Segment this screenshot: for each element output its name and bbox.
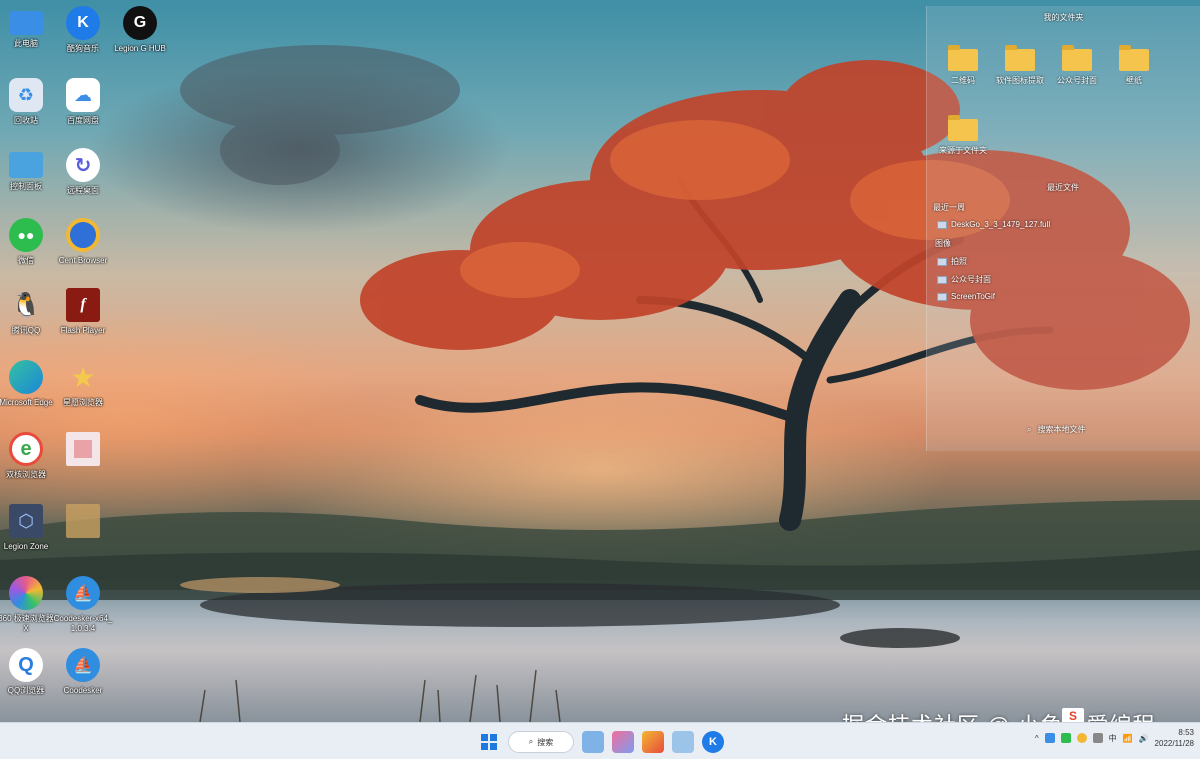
tray-app-icon[interactable] [1076,733,1087,743]
desktop-icon-coodesker-x64[interactable]: ⛵ Coodesker-x64_1.0.3.4 [53,576,113,638]
file-icon [937,220,947,229]
blurred-app-icon [66,504,100,538]
panel-title: 我的文件夹 [1043,13,1084,22]
desktop-icon-baidu-pan[interactable]: ☁ 百度网盘 [53,78,113,140]
desktop-icon-blurred-2[interactable] [53,504,113,566]
recent-item[interactable]: 公众号封面 [937,274,991,285]
folder-item[interactable]: 软件图标提取 [992,45,1048,86]
folder-grid: 二维码 软件图标提取 公众号封面 壁纸 来源于文件夹 [927,23,1200,173]
desktop-icon-flash-player[interactable]: f Flash Player [53,288,113,350]
taskbar-clock[interactable]: 8:53 2022/11/28 [1155,727,1194,749]
chevron-up-icon[interactable]: ^ [1035,734,1039,743]
folder-icon [948,115,978,141]
search-icon: ⌕ [528,737,534,746]
file-icon [937,257,947,266]
folder-item[interactable]: 公众号封面 [1049,45,1105,86]
folder-icon [948,45,978,71]
wifi-icon[interactable]: 📶 [1123,734,1133,743]
store-app-button[interactable] [642,731,664,753]
search-local-files[interactable]: ⌕ 搜索本地文件 [1027,424,1085,435]
control-panel-icon [9,152,43,178]
star-icon: ★ [70,361,96,393]
kugou-taskbar-icon[interactable]: K [702,731,724,753]
volume-icon[interactable]: 🔊 [1139,734,1149,743]
desktop-icon-legion-hub[interactable]: G Legion G HUB [110,6,170,68]
recent-item[interactable]: 图像 [935,238,951,249]
edge-icon [9,360,43,394]
task-view-button[interactable] [582,731,604,753]
sailboat-icon: ⛵ [66,576,100,610]
file-icon [937,275,947,284]
widgets-button[interactable] [612,731,634,753]
folder-icon [1119,45,1149,71]
desktop-icon-kugou[interactable]: K 酷狗音乐 [53,6,113,68]
desktop-icon-this-pc[interactable]: 此电脑 [0,6,56,68]
system-tray: ^ 中 📶 🔊 8:53 2022/11/28 [1035,727,1194,749]
desktop-icon-edge[interactable]: Microsoft Edge [0,360,56,422]
start-button[interactable] [478,731,500,753]
blurred-app-icon [66,432,100,466]
q-browser-icon: Q [9,648,43,682]
desktop-icon-coodesker[interactable]: ⛵ Coodesker [53,648,113,710]
penguin-icon: 🐧 [11,291,41,319]
desktop-icon-ie-browser[interactable]: e 双核浏览器 [0,432,56,494]
search-icon: ⌕ [1027,424,1032,434]
file-icon [937,292,947,301]
taskbar-center: ⌕ 搜索 K [478,729,724,755]
tray-app-icon[interactable] [1092,733,1103,743]
g-logo-icon: G [123,6,157,40]
sailboat-icon: ⛵ [66,648,100,682]
monitor-icon [9,11,43,35]
recent-week-label: 最近一周 [933,203,965,212]
flash-icon: f [66,288,100,322]
chat-icon: ●● [9,218,43,252]
windows-logo-icon [481,734,497,750]
tray-app-icon[interactable] [1060,733,1071,743]
taskbar-search[interactable]: ⌕ 搜索 [508,731,574,753]
desktop-icon-control-panel[interactable]: 控制面板 [0,148,56,210]
recent-files-title: 最近文件 [1047,183,1079,192]
refresh-circle-icon: ↻ [66,148,100,182]
desktop-icon-star-browser[interactable]: ★ 星愿浏览器 [53,360,113,422]
folder-item[interactable]: 来源于文件夹 [935,115,991,156]
browser-icon [66,218,100,252]
desktop-organizer-panel: 我的文件夹 二维码 软件图标提取 公众号封面 壁纸 来源于文件夹 最近文件 最近… [926,6,1200,451]
rainbow-circle-icon [9,576,43,610]
desktop-icon-wechat[interactable]: ●● 微信 [0,218,56,280]
recent-item[interactable]: DeskGo_3_3_1479_127.full [937,220,1050,229]
folder-item[interactable]: 壁纸 [1106,45,1162,86]
desktop-icon-360-browser[interactable]: 360 极速浏览器X [0,576,56,638]
desktop-icon-blurred-1[interactable] [53,432,113,494]
cloud-icon: ☁ [66,78,100,112]
taskbar: ⌕ 搜索 K ^ 中 📶 🔊 8:53 2022/11/28 [0,722,1200,759]
folder-icon [1005,45,1035,71]
folder-icon [1062,45,1092,71]
cube-icon: ⬡ [9,504,43,538]
desktop-icon-cent-browser[interactable]: Cent Browser [53,218,113,280]
tray-app-icon[interactable] [1044,733,1055,743]
folder-item[interactable]: 二维码 [935,45,991,86]
desktop-icon-remote[interactable]: ↻ 远程桌面 [53,148,113,210]
recent-item[interactable]: 拍照 [937,256,967,267]
k-logo-icon: K [66,6,100,40]
app-button[interactable] [672,731,694,753]
desktop-icon-recycle-bin[interactable]: ♻ 回收站 [0,78,56,140]
desktop-icon-qq-browser[interactable]: Q QQ浏览器 [0,648,56,710]
e-browser-icon: e [9,432,43,466]
input-language[interactable]: 中 [1109,733,1117,744]
desktop-icon-qq[interactable]: 🐧 腾讯QQ [0,288,56,350]
recycle-bin-icon: ♻ [9,78,43,112]
recent-item[interactable]: ScreenToGif [937,292,995,301]
desktop-icon-legion-zone[interactable]: ⬡ Legion Zone [0,504,56,566]
